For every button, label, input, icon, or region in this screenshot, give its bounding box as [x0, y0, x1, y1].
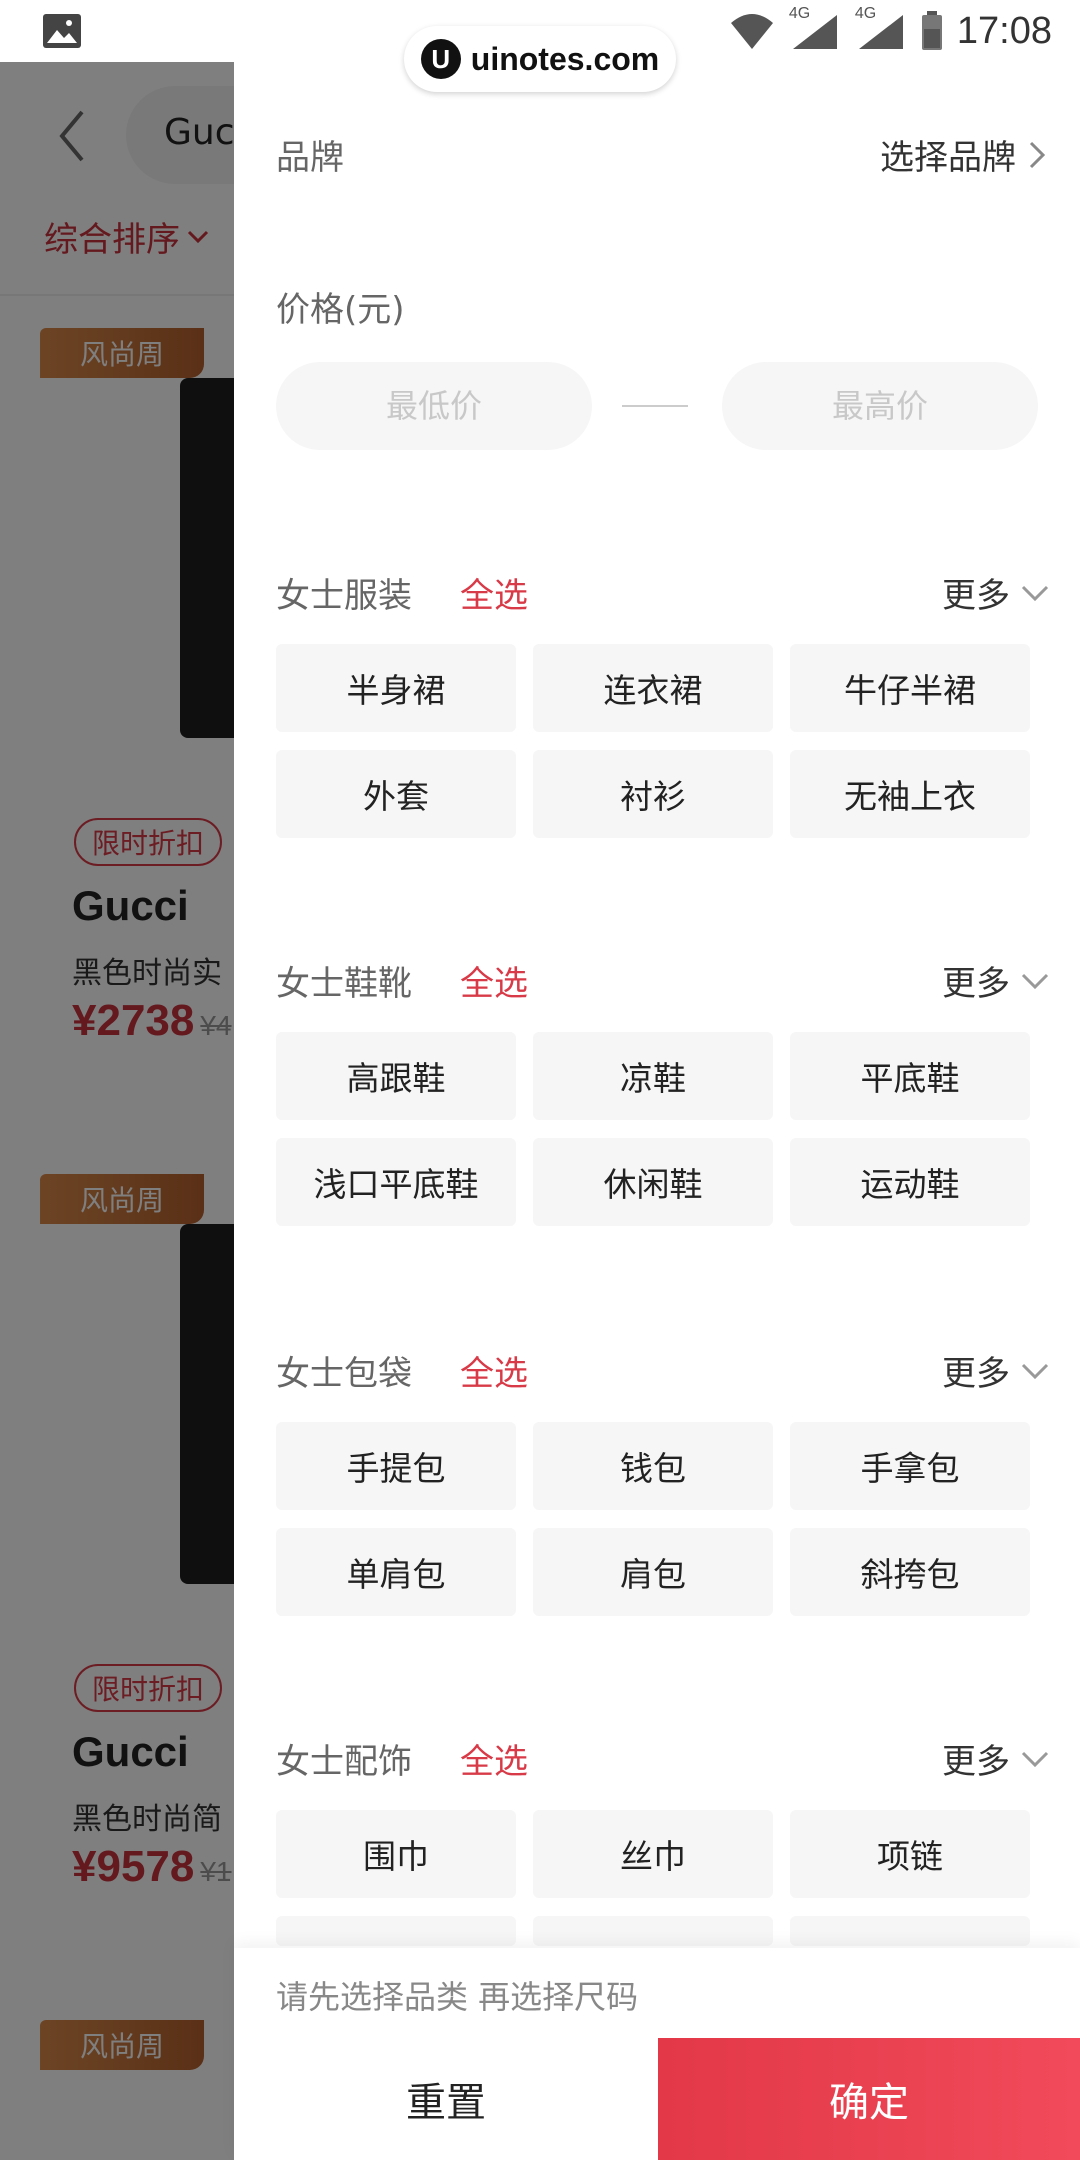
section-title: 女士服装 — [276, 576, 412, 616]
option-chip-partial[interactable] — [790, 1916, 1030, 1946]
size-hint: 请先选择品类 再选择尺码 — [276, 1978, 639, 2016]
wifi-icon — [730, 14, 773, 49]
network-type-1: 4G — [788, 5, 811, 22]
option-grid: 高跟鞋 凉鞋 平底鞋 浅口平底鞋 休闲鞋 运动鞋 — [276, 1032, 1050, 1226]
option-grid: 手提包 钱包 手拿包 单肩包 肩包 斜挎包 — [276, 1422, 1050, 1616]
category-section-womens-clothing: 女士服装 全选 更多 半身裙 连衣裙 牛仔半裙 外套 衬衫 无袖上衣 — [276, 562, 1050, 838]
option-chip[interactable]: 单肩包 — [276, 1528, 516, 1616]
filter-drawer: 品牌 选择品牌 价格(元) 女士服装 全选 更多 半身裙 连衣裙 — [234, 62, 1080, 2160]
more-label: 更多 — [942, 1742, 1010, 1782]
option-grid: 围巾 丝巾 项链 — [276, 1810, 1050, 1946]
watermark: U uinotes.com — [404, 26, 676, 92]
chevron-right-icon — [1029, 141, 1046, 168]
option-chip[interactable]: 无袖上衣 — [790, 750, 1030, 838]
category-section-womens-accessories: 女士配饰 全选 更多 围巾 丝巾 项链 — [276, 1728, 1050, 1946]
category-section-womens-shoes: 女士鞋靴 全选 更多 高跟鞋 凉鞋 平底鞋 浅口平底鞋 休闲鞋 运动鞋 — [276, 950, 1050, 1226]
brand-select-label: 选择品牌 — [880, 138, 1016, 178]
option-chip[interactable]: 平底鞋 — [790, 1032, 1030, 1120]
option-chip[interactable]: 外套 — [276, 750, 516, 838]
option-chip[interactable]: 连衣裙 — [533, 644, 773, 732]
option-chip[interactable]: 凉鞋 — [533, 1032, 773, 1120]
screen: 4G 4G 17:08 U uinotes.com Gucci — [0, 0, 1080, 2160]
option-chip-partial[interactable] — [276, 1916, 516, 1946]
more-button[interactable]: 更多 — [942, 1346, 1050, 1395]
more-button[interactable]: 更多 — [942, 956, 1050, 1005]
option-chip[interactable]: 衬衫 — [533, 750, 773, 838]
section-header: 女士配饰 全选 更多 — [276, 1728, 1050, 1788]
option-chip[interactable]: 牛仔半裙 — [790, 644, 1030, 732]
option-chip[interactable]: 高跟鞋 — [276, 1032, 516, 1120]
select-all-button[interactable]: 全选 — [460, 956, 528, 1005]
section-title: 女士配饰 — [276, 1742, 412, 1782]
brand-select[interactable]: 选择品牌 — [880, 130, 1046, 179]
status-icons: 4G 4G 17:08 — [729, 5, 1052, 56]
option-chip[interactable]: 运动鞋 — [790, 1138, 1030, 1226]
option-chip[interactable]: 围巾 — [276, 1810, 516, 1898]
option-chip[interactable]: 项链 — [790, 1810, 1030, 1898]
price-range-dash — [622, 405, 688, 407]
signal-2-icon: 4G — [855, 5, 907, 51]
battery-icon — [921, 11, 942, 50]
option-chip[interactable]: 丝巾 — [533, 1810, 773, 1898]
option-grid: 半身裙 连衣裙 牛仔半裙 外套 衬衫 无袖上衣 — [276, 644, 1050, 838]
option-chip[interactable]: 斜挎包 — [790, 1528, 1030, 1616]
option-chip[interactable]: 手拿包 — [790, 1422, 1030, 1510]
option-chip[interactable]: 钱包 — [533, 1422, 773, 1510]
watermark-logo-icon: U — [420, 39, 461, 79]
option-chip[interactable]: 手提包 — [276, 1422, 516, 1510]
option-chip[interactable]: 肩包 — [533, 1528, 773, 1616]
option-chip-partial[interactable] — [533, 1916, 773, 1946]
image-notification-icon — [43, 14, 81, 48]
more-label: 更多 — [942, 1354, 1010, 1394]
min-price-input[interactable] — [276, 362, 592, 450]
price-label: 价格(元) — [276, 290, 405, 330]
watermark-text: uinotes.com — [470, 40, 660, 77]
more-label: 更多 — [942, 576, 1010, 616]
select-all-button[interactable]: 全选 — [460, 1346, 528, 1395]
select-all-button[interactable]: 全选 — [460, 1734, 528, 1783]
section-header: 女士包袋 全选 更多 — [276, 1340, 1050, 1400]
chevron-down-icon — [1021, 1363, 1049, 1379]
network-type-2: 4G — [854, 5, 877, 22]
max-price-input[interactable] — [722, 362, 1038, 450]
reset-button[interactable]: 重置 — [234, 2038, 658, 2160]
option-chip[interactable]: 半身裙 — [276, 644, 516, 732]
section-header: 女士服装 全选 更多 — [276, 562, 1050, 622]
chevron-down-icon — [1021, 1751, 1049, 1767]
bottom-action-bar: 请先选择品类 再选择尺码 重置 确定 — [234, 1948, 1080, 2160]
brand-label: 品牌 — [276, 138, 344, 178]
option-chip[interactable]: 休闲鞋 — [533, 1138, 773, 1226]
section-title: 女士包袋 — [276, 1354, 412, 1394]
section-header: 女士鞋靴 全选 更多 — [276, 950, 1050, 1010]
signal-1-icon: 4G — [789, 5, 841, 51]
select-all-button[interactable]: 全选 — [460, 568, 528, 617]
more-label: 更多 — [942, 964, 1010, 1004]
chevron-down-icon — [1021, 973, 1049, 989]
chevron-down-icon — [1021, 585, 1049, 601]
more-button[interactable]: 更多 — [942, 1734, 1050, 1783]
category-section-womens-bags: 女士包袋 全选 更多 手提包 钱包 手拿包 单肩包 肩包 斜挎包 — [276, 1340, 1050, 1616]
confirm-button[interactable]: 确定 — [658, 2038, 1080, 2160]
clock: 17:08 — [956, 9, 1052, 52]
more-button[interactable]: 更多 — [942, 568, 1050, 617]
section-title: 女士鞋靴 — [276, 964, 412, 1004]
option-chip[interactable]: 浅口平底鞋 — [276, 1138, 516, 1226]
brand-row[interactable]: 品牌 选择品牌 — [276, 130, 1046, 190]
